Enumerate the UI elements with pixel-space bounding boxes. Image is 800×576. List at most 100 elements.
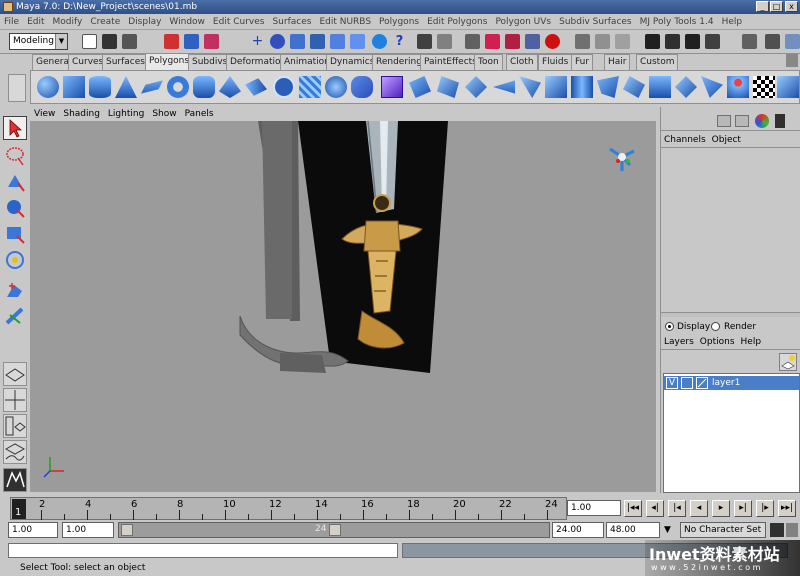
animation-start-field[interactable]: 1.00: [8, 522, 58, 538]
select-misc-icon[interactable]: ?: [392, 34, 407, 49]
menu-edit-curves[interactable]: Edit Curves: [209, 14, 269, 30]
range-end-handle[interactable]: [329, 524, 341, 536]
menu-set-dropdown[interactable]: Modeling ▼: [9, 33, 68, 50]
close-button[interactable]: x: [785, 1, 798, 12]
select-object-icon[interactable]: [184, 34, 199, 49]
animation-end-field[interactable]: 48.00: [606, 522, 660, 538]
layer-template-toggle[interactable]: [681, 377, 693, 389]
layer-visibility-toggle[interactable]: V: [666, 377, 678, 389]
snap-view-plane-icon[interactable]: [525, 34, 540, 49]
split-polygon-icon[interactable]: [465, 76, 487, 98]
select-rendering-icon[interactable]: [372, 34, 387, 49]
current-time-field[interactable]: 1.00: [567, 500, 621, 516]
go-to-end-button[interactable]: ▸▸|: [778, 500, 796, 517]
layer-row[interactable]: V layer1: [664, 376, 799, 390]
channel-box-toggle-icon[interactable]: [717, 115, 731, 127]
rotate-tool-icon[interactable]: [3, 222, 27, 246]
last-used-tool-icon[interactable]: [3, 304, 27, 328]
smooth-icon[interactable]: [381, 76, 403, 98]
menu-modify[interactable]: Modify: [49, 14, 87, 30]
menu-edit-nurbs[interactable]: Edit NURBS: [315, 14, 375, 30]
layers-menu[interactable]: Layers: [661, 337, 697, 347]
panel-menu-shading[interactable]: Shading: [59, 107, 104, 121]
scale-tool-icon[interactable]: [3, 248, 27, 272]
extrude-edge-icon[interactable]: [437, 76, 459, 98]
step-back-key-button[interactable]: ◂|: [646, 500, 664, 517]
subdivide-icon[interactable]: [597, 76, 619, 98]
open-scene-icon[interactable]: [102, 34, 117, 49]
panel-menu-lighting[interactable]: Lighting: [104, 107, 148, 121]
tool-settings-icon[interactable]: [775, 114, 785, 128]
manipulator-tool-icon[interactable]: [3, 278, 27, 302]
menu-edit-polygons[interactable]: Edit Polygons: [423, 14, 491, 30]
bevel-icon[interactable]: [493, 80, 515, 94]
minimize-button[interactable]: _: [756, 1, 769, 12]
hypershade-layout-icon[interactable]: [3, 468, 27, 492]
character-set-field[interactable]: No Character Set: [680, 522, 766, 538]
uv-checker-icon[interactable]: [753, 76, 775, 98]
menu-create[interactable]: Create: [86, 14, 124, 30]
menu-file[interactable]: File: [0, 14, 23, 30]
highlight-selection-icon[interactable]: [437, 34, 452, 49]
menu-display[interactable]: Display: [124, 14, 165, 30]
merge-vertices-icon[interactable]: [519, 76, 541, 98]
poly-sphere-icon[interactable]: [37, 76, 59, 98]
render-frame-icon[interactable]: [645, 34, 660, 49]
texture-editor-icon[interactable]: [777, 76, 799, 98]
shelf-tab-rendering[interactable]: Rendering: [372, 54, 426, 70]
save-scene-icon[interactable]: [122, 34, 137, 49]
append-polygon-icon[interactable]: [545, 76, 567, 98]
select-tool-icon[interactable]: [3, 116, 27, 140]
ipr-render-icon[interactable]: [665, 34, 680, 49]
four-view-layout-icon[interactable]: [3, 388, 27, 412]
layer-editor-toggle-icon[interactable]: [735, 115, 749, 127]
create-layer-icon[interactable]: [779, 353, 797, 371]
menu-help[interactable]: Help: [718, 14, 747, 30]
panel-menu-view[interactable]: View: [30, 107, 59, 121]
display-radio[interactable]: [665, 322, 674, 331]
show-tool-settings-icon[interactable]: [765, 34, 780, 49]
poly-cube-icon[interactable]: [63, 76, 85, 98]
select-handles-icon[interactable]: +: [250, 34, 265, 49]
shelf-tab-dynamics[interactable]: Dynamics: [326, 54, 379, 70]
render-globals-icon[interactable]: [685, 34, 700, 49]
persp-outliner-layout-icon[interactable]: [3, 414, 27, 438]
mirror-geometry-icon[interactable]: [675, 76, 697, 98]
render-radio[interactable]: [711, 322, 720, 331]
menu-window[interactable]: Window: [165, 14, 209, 30]
shelf-tab-painteffects[interactable]: PaintEffects: [420, 54, 481, 70]
select-deformations-icon[interactable]: [330, 34, 345, 49]
layer-color-swatch[interactable]: [696, 377, 708, 389]
step-forward-key-button[interactable]: |▸: [756, 500, 774, 517]
step-forward-frame-button[interactable]: ▸|: [734, 500, 752, 517]
shelf-tab-fluids[interactable]: Fluids: [538, 54, 573, 70]
perspective-viewport[interactable]: [30, 121, 656, 492]
combine-icon[interactable]: [325, 76, 347, 98]
shelf-tab-polygons[interactable]: Polygons: [145, 53, 194, 70]
trash-icon[interactable]: [786, 54, 798, 67]
shelf-tab-fur[interactable]: Fur: [571, 54, 594, 70]
select-hierarchy-icon[interactable]: [164, 34, 179, 49]
options-menu[interactable]: Options: [697, 337, 738, 347]
poly-cylinder-icon[interactable]: [89, 76, 111, 98]
single-perspective-layout-icon[interactable]: [3, 362, 27, 386]
menu-surfaces[interactable]: Surfaces: [268, 14, 315, 30]
snap-point-icon[interactable]: [505, 34, 520, 49]
character-set-arrow-icon[interactable]: ▼: [664, 525, 671, 535]
menu-edit[interactable]: Edit: [23, 14, 48, 30]
poly-prism-icon[interactable]: [193, 76, 215, 98]
attribute-editor-icon[interactable]: [755, 114, 769, 128]
snap-grid-icon[interactable]: [465, 34, 480, 49]
select-curves-icon[interactable]: [290, 34, 305, 49]
playback-end-field[interactable]: 24.00: [552, 522, 604, 538]
show-channel-box-icon[interactable]: [785, 34, 800, 49]
show-attribute-editor-icon[interactable]: [742, 34, 757, 49]
history-icon[interactable]: [575, 34, 590, 49]
poly-pyramid-icon[interactable]: [219, 76, 241, 98]
separate-icon[interactable]: [351, 76, 373, 98]
shelf-tab-custom[interactable]: Custom: [636, 54, 679, 70]
step-back-frame-button[interactable]: |◂: [668, 500, 686, 517]
play-forwards-button[interactable]: ▸: [712, 500, 730, 517]
time-slider[interactable]: 1 2 4 6 8 10 12 14 16 18 20 22 24: [10, 497, 567, 520]
play-backwards-button[interactable]: ◂: [690, 500, 708, 517]
